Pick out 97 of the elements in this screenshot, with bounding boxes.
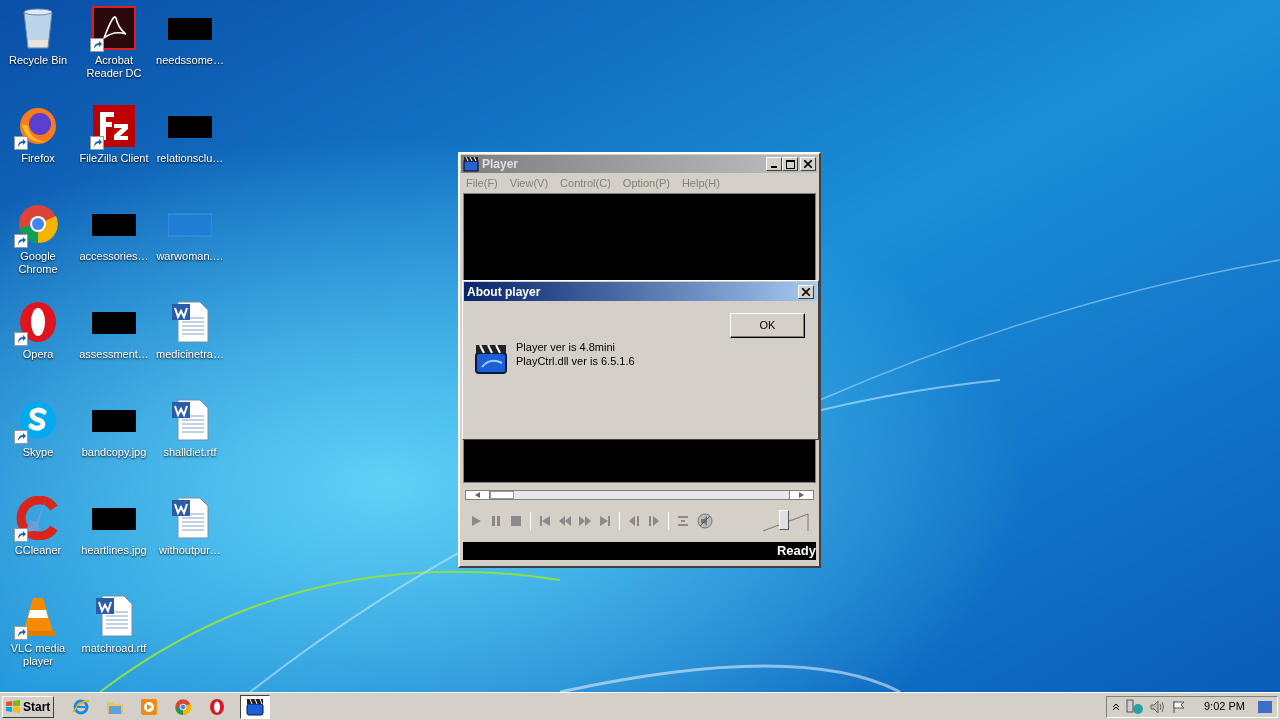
desktop-icon[interactable]: CCleaner xyxy=(0,490,76,588)
desktop-icon[interactable]: FileZilla Client xyxy=(76,98,152,196)
media-player-icon xyxy=(140,697,158,716)
menu-item[interactable]: File(F) xyxy=(466,174,498,192)
desktop-icon[interactable]: accessories… xyxy=(76,196,152,294)
desktop-icon[interactable]: medicinetra… xyxy=(152,294,228,392)
desktop-icon[interactable]: Acrobat Reader DC xyxy=(76,0,152,98)
volume-thumb[interactable] xyxy=(779,510,790,530)
desktop-icon-label: assessment… xyxy=(79,348,149,361)
desktop-icon-label: withoutpur… xyxy=(159,544,221,557)
desktop-icon[interactable]: withoutpur… xyxy=(152,490,228,588)
desktop-icon-label: VLC media player xyxy=(9,642,67,668)
desktop-icon[interactable]: Google Chrome xyxy=(0,196,76,294)
desktop-icon-label: Skype xyxy=(22,446,54,459)
rewind-icon[interactable] xyxy=(559,515,571,527)
desktop-icon-label: needssome… xyxy=(156,54,224,67)
pause-icon[interactable] xyxy=(490,515,502,527)
desktop-icon[interactable]: warwoman.… xyxy=(152,196,228,294)
menu-item[interactable]: Help(H) xyxy=(681,174,720,192)
desktop-icon[interactable]: Opera xyxy=(0,294,76,392)
window-title: Player xyxy=(482,156,519,173)
snapshot-icon[interactable] xyxy=(677,515,689,527)
step-back-icon[interactable] xyxy=(628,515,640,527)
desktop-icon[interactable]: relationsclu… xyxy=(152,98,228,196)
ccleaner-icon xyxy=(16,496,60,540)
chrome-icon xyxy=(16,202,60,246)
clapperboard-icon xyxy=(463,156,479,172)
desktop-icon-label: Opera xyxy=(22,348,54,361)
windows-logo-icon xyxy=(5,699,21,714)
clapperboard-icon xyxy=(474,343,508,375)
volume-slider[interactable] xyxy=(763,510,809,532)
menu-item[interactable]: Option(P) xyxy=(622,174,670,192)
chrome-icon xyxy=(174,697,192,716)
desktop-icon[interactable]: assessment… xyxy=(76,294,152,392)
opera-icon xyxy=(208,697,226,716)
close-icon xyxy=(802,287,810,296)
close-icon xyxy=(804,160,812,168)
desktop-icon[interactable]: Recycle Bin xyxy=(0,0,76,98)
play-icon[interactable] xyxy=(470,515,482,527)
menu-item[interactable]: View(V) xyxy=(509,174,549,192)
close-button[interactable] xyxy=(800,157,816,171)
desktop-icon-label: matchroad.rtf xyxy=(81,642,147,655)
show-desktop-icon[interactable] xyxy=(1258,700,1272,713)
maximize-icon xyxy=(785,159,795,169)
chevron-up-icon[interactable] xyxy=(1112,702,1120,711)
right-arrow-icon xyxy=(799,492,804,498)
step-forward-icon[interactable] xyxy=(648,515,660,527)
acrobat-icon xyxy=(92,6,136,50)
desktop-icon[interactable]: VLC media player xyxy=(0,588,76,686)
desktop-icon-label: bandcopy.jpg xyxy=(81,446,147,459)
desktop-icon[interactable]: heartlines.jpg xyxy=(76,490,152,588)
ok-button[interactable]: OK xyxy=(730,313,805,338)
scroll-left-button[interactable] xyxy=(466,491,490,499)
desktop-icon-label: FileZilla Client xyxy=(79,152,149,165)
close-button[interactable] xyxy=(798,284,814,299)
internet-explorer-icon xyxy=(72,697,90,716)
skip-back-icon[interactable] xyxy=(539,515,551,527)
desktop-icon-label: accessories… xyxy=(79,250,149,263)
menu-item[interactable]: Control(C) xyxy=(560,174,611,192)
flag-icon[interactable] xyxy=(1172,699,1186,714)
desktop-icon-label: relationsclu… xyxy=(156,152,224,165)
status-text: Ready xyxy=(776,542,816,561)
desktop-icon-label: Google Chrome xyxy=(17,250,59,276)
desktop-icon-label: shalldiet.rtf xyxy=(163,446,217,459)
filezilla-icon xyxy=(92,104,136,148)
muted-speaker-icon[interactable] xyxy=(697,513,713,529)
desktop-icon-label: Firefox xyxy=(21,152,55,165)
fast-forward-icon[interactable] xyxy=(579,515,591,527)
version-text: PlayCtrl.dll ver is 6.5.1.6 xyxy=(516,354,635,368)
desktop-icon-label: warwoman.… xyxy=(156,250,224,263)
desktop-icon[interactable]: matchroad.rtf xyxy=(76,588,152,686)
desktop-icon-label: heartlines.jpg xyxy=(81,544,147,557)
dialog-title: About player xyxy=(467,283,541,301)
desktop-icon[interactable]: needssome… xyxy=(152,0,228,98)
skip-forward-icon[interactable] xyxy=(599,515,611,527)
start-button[interactable]: Start xyxy=(2,695,54,718)
desktop-icon[interactable]: bandcopy.jpg xyxy=(76,392,152,490)
taskbar-button[interactable] xyxy=(240,694,270,719)
seek-bar[interactable] xyxy=(465,490,814,500)
desktop-icon-label: CCleaner xyxy=(14,544,62,557)
scroll-right-button[interactable] xyxy=(789,491,813,499)
clapperboard-icon xyxy=(246,697,264,716)
minimize-button[interactable] xyxy=(766,157,782,171)
speaker-icon[interactable] xyxy=(1150,699,1166,714)
desktop-icon-label: Acrobat Reader DC xyxy=(85,54,143,80)
left-arrow-icon xyxy=(475,492,480,498)
desktop-icon-label: Recycle Bin xyxy=(8,54,68,67)
desktop-icon[interactable]: Firefox xyxy=(0,98,76,196)
network-icon[interactable] xyxy=(1126,698,1144,715)
version-text: Player ver is 4.8mini xyxy=(516,340,617,354)
desktop-icon[interactable]: Skype xyxy=(0,392,76,490)
stop-icon[interactable] xyxy=(510,515,522,527)
desktop-icon[interactable]: shalldiet.rtf xyxy=(152,392,228,490)
maximize-button[interactable] xyxy=(782,157,798,171)
desktop-icon-label: medicinetra… xyxy=(156,348,224,361)
clock[interactable]: 9:02 PM xyxy=(1204,698,1245,715)
seek-thumb[interactable] xyxy=(490,491,514,499)
